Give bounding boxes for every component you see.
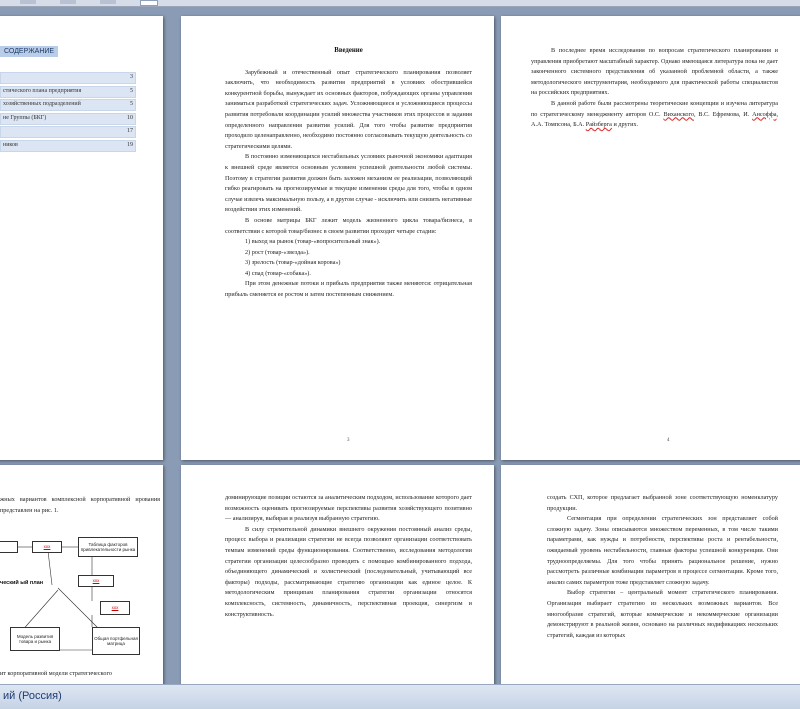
spellcheck-word: Виханского <box>663 110 694 118</box>
ruler-tick <box>20 0 36 4</box>
document-page-bottom-right[interactable]: создать СХП, которое предлагает выбранно… <box>501 465 800 695</box>
intro-paragraph: При этом денежные потоки и прибыль предп… <box>225 280 472 299</box>
language-indicator[interactable]: ий (Россия) <box>3 690 62 702</box>
toc-row[interactable]: ников 19 <box>0 139 136 152</box>
diagram-label: ххх <box>111 605 119 611</box>
intro-body: Введение Зарубежный и отечественный опыт… <box>225 46 472 301</box>
page-number: 3 <box>347 438 350 443</box>
diagram-box: Таблица факторов привлекательности рынка <box>78 537 138 557</box>
document-page-toc[interactable]: СОДЕРЖАНИЕ 3 стического плана предприяти… <box>0 16 163 460</box>
toc-row[interactable]: 3 <box>0 72 136 84</box>
document-page-bottom-middle[interactable]: доминирующие позиции остаются за аналити… <box>181 465 494 695</box>
body-paragraph: доминирующие позиции остаются за аналити… <box>225 494 472 523</box>
right-body: В последнее время исследования по вопрос… <box>531 46 778 131</box>
status-bar: ий (Россия) <box>0 684 800 709</box>
toc-row[interactable]: 17 <box>0 126 136 138</box>
intro-paragraph: В постоянно изменяющихся нестабильных ус… <box>225 153 472 214</box>
diagram-label: ххх <box>43 544 51 550</box>
toc-heading: СОДЕРЖАНИЕ <box>0 46 59 57</box>
spellcheck-word: Райзберга <box>585 121 612 129</box>
ruler-tick <box>60 0 76 4</box>
body-paragraph: создать СХП, которое предлагает выбранно… <box>547 494 778 512</box>
intro-paragraph: Зарубежный и отечественный опыт стратеги… <box>225 68 472 150</box>
right-paragraph: В последнее время исследования по вопрос… <box>531 47 778 97</box>
toc-row[interactable]: хозяйственных подразделений 5 <box>0 99 136 111</box>
diagram-box: ххх <box>100 601 130 615</box>
intro-title: Введение <box>334 47 363 54</box>
diagram-bold-label: ческий ый план <box>0 580 44 586</box>
toc-row[interactable]: не Группы (БКГ) 10 <box>0 112 136 125</box>
body-paragraph: Сегментация при определении стратегическ… <box>547 515 778 586</box>
page-number: 4 <box>667 438 670 443</box>
diagram-box <box>0 541 18 553</box>
body-paragraph: В силу стремительной динамики внешнего о… <box>225 525 472 618</box>
toc-list: 3 стического плана предприятия 5 хозяйств… <box>0 72 136 153</box>
ruler-tick <box>100 0 116 4</box>
ruler-bar <box>0 0 800 7</box>
diagram-box: Общая портфельная матрица <box>92 627 140 655</box>
list-item: 1) выход на рынок (товар-«вопросительный… <box>245 238 381 246</box>
right-paragraph: В данной работе были рассмотрены теорети… <box>531 99 779 129</box>
diagram-label: ххх <box>92 578 100 584</box>
bottom-right-body: создать СХП, которое предлагает выбранно… <box>547 493 778 641</box>
document-page-intro[interactable]: Введение Зарубежный и отечественный опыт… <box>181 16 494 460</box>
document-page-right[interactable]: В последнее время исследования по вопрос… <box>501 16 800 460</box>
diagram-caption-bottom: ит корпоративной модели стратегического <box>0 670 112 677</box>
spellcheck-word: Ансоффа <box>752 110 777 118</box>
list-item: 3) зрелость (товар-«дойная корова») <box>245 259 341 267</box>
document-page-diagram[interactable]: жных вариантов комплексной корпоративной… <box>0 465 163 695</box>
list-item: 4) спад (товар-«собака»). <box>245 269 311 277</box>
body-paragraph: Выбор стратегии – центральный момент стр… <box>547 589 778 639</box>
intro-paragraph: В основе матрицы БКГ лежит модель жизнен… <box>225 216 472 235</box>
zoom-control[interactable] <box>140 0 158 6</box>
diagram-box: ххх <box>32 541 62 553</box>
toc-row[interactable]: стического плана предприятия 5 <box>0 85 136 98</box>
bottom-middle-body: доминирующие позиции остаются за аналити… <box>225 493 472 620</box>
list-item: 2) рост (товар-«звезда»). <box>245 248 310 256</box>
diagram-box: ххх <box>78 575 114 587</box>
diagram-box: Модель развития товара и рынка <box>10 627 60 651</box>
